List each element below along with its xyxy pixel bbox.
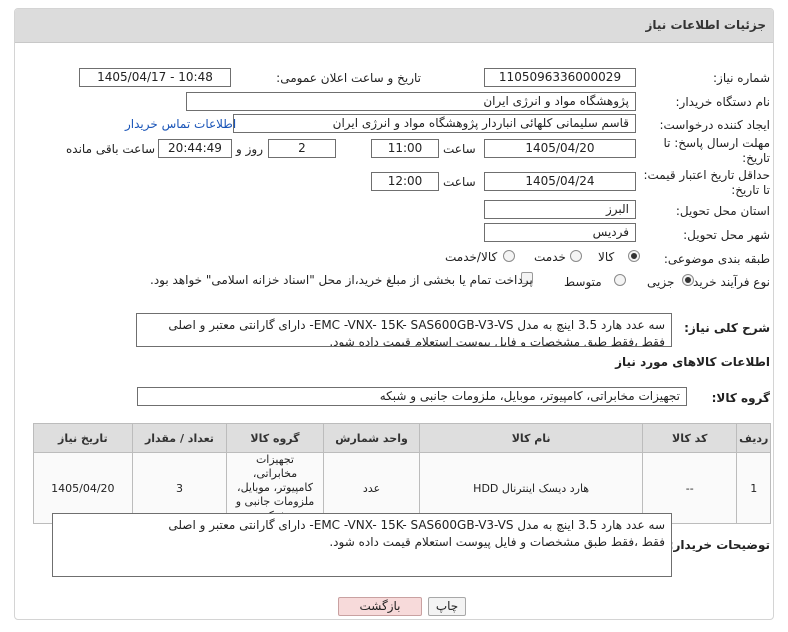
days-label: روز و [236,142,263,156]
category-option-goods-service: کالا/خدمت [445,250,498,264]
table-header-row: ردیف کد کالا نام کالا واحد شمارش گروه کا… [33,423,771,453]
announce-date-label: تاریخ و ساعت اعلان عمومی: [276,71,421,85]
goods-section-title: اطلاعات کالاهای مورد نیاز [615,355,770,369]
description-label: شرح کلی نیاز: [684,321,770,335]
col-item-code: کد کالا [641,423,738,453]
buyer-contact-link[interactable]: اطلاعات تماس خریدار [125,117,236,131]
category-radio-service[interactable] [570,250,582,262]
process-option-medium: متوسط [564,275,602,289]
validity-label-line1: حداقل تاریخ اعتبار قیمت: [643,168,770,182]
validity-label-line2: تا تاریخ: [731,183,770,197]
process-option-minor: جزیی [647,275,675,289]
deadline-label-line1: مهلت ارسال پاسخ: تا [663,136,770,150]
validity-time-label: ساعت [443,175,476,189]
col-item-name: نام کالا [419,423,643,453]
remaining-time-label: ساعت باقی مانده [66,142,156,156]
buyer-notes-textarea[interactable]: سه عدد هارد 3.5 اینچ به مدل EMC -VNX- 15… [52,513,672,577]
col-item-group: گروه کالا [226,423,324,453]
goods-group-field: تجهیزات مخابراتی، کامپیوتر، موبایل، ملزو… [137,387,687,406]
cell-row-number: 1 [736,452,771,524]
deadline-time-label: ساعت [443,142,476,156]
category-radio-goods-service[interactable] [503,250,515,262]
remaining-time-field: 20:44:49 [158,139,232,158]
deadline-label-line2: تاریخ: [742,151,770,165]
province-label: استان محل تحویل: [675,204,770,218]
need-number-field: 1105096336000029 [484,68,636,87]
need-number-label: شماره نیاز: [713,71,770,85]
requester-field: قاسم سلیمانی کلهائی انباردار پژوهشگاه مو… [233,114,636,133]
process-radio-medium[interactable] [614,274,626,286]
validity-date-field: 1405/04/24 [484,172,636,191]
requester-label: ایجاد کننده درخواست: [659,118,770,132]
announce-date-field: 1405/04/17 - 10:48 [79,68,231,87]
category-radio-goods[interactable] [628,250,640,262]
description-textarea[interactable]: سه عدد هارد 3.5 اینچ به مدل EMC -VNX- 15… [136,313,672,347]
col-unit: واحد شمارش [322,423,421,453]
col-quantity: تعداد / مقدار [131,423,228,453]
category-label: طبقه بندی موضوعی: [663,252,770,266]
category-option-goods: کالا [598,250,615,264]
treasury-payment-note: پرداخت تمام یا بخشی از مبلغ خرید،از محل … [150,273,533,287]
category-option-service: خدمت [534,250,566,264]
page-title: جزئیات اطلاعات نیاز [645,18,766,32]
validity-time-field: 12:00 [371,172,439,191]
col-row-number: ردیف [736,423,771,453]
deadline-date-field: 1405/04/20 [484,139,636,158]
deadline-time-field: 11:00 [371,139,439,158]
buyer-org-label: نام دستگاه خریدار: [675,95,771,109]
print-button[interactable]: چاپ [428,597,466,616]
city-field: فردیس [484,223,636,242]
items-table: ردیف کد کالا نام کالا واحد شمارش گروه کا… [33,423,771,524]
buyer-notes-label: توضیحات خریدار: [668,538,770,552]
back-button[interactable]: بازگشت [338,597,422,616]
goods-group-label: گروه کالا: [711,391,770,405]
process-type-label: نوع فرآیند خرید : [685,275,770,289]
city-label: شهر محل تحویل: [683,228,770,242]
province-field: البرز [484,200,636,219]
process-radio-minor[interactable] [682,274,694,286]
days-remaining-field: 2 [268,139,336,158]
buyer-org-field: پژوهشگاه مواد و انرژی ایران [186,92,636,111]
col-need-date: تاریخ نیاز [33,423,133,453]
